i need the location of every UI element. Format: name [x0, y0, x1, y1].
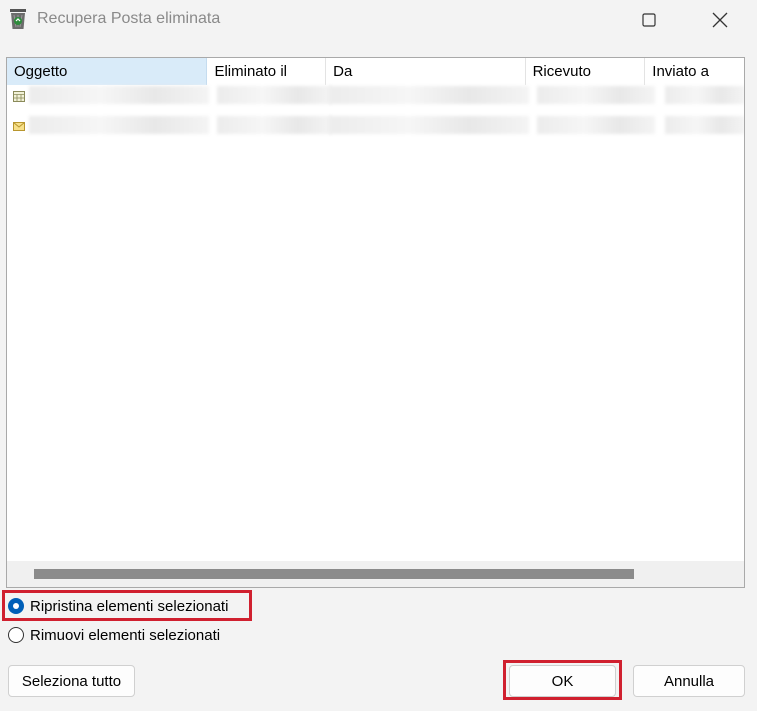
- list-item[interactable]: [7, 86, 744, 104]
- window-title: Recupera Posta eliminata: [37, 10, 221, 27]
- list-header: Oggetto Eliminato il Da Ricevuto Inviato…: [7, 58, 744, 85]
- maximize-button[interactable]: [626, 0, 672, 40]
- radio-unchecked-icon: [8, 627, 24, 643]
- close-button[interactable]: [697, 0, 743, 40]
- horizontal-scrollbar[interactable]: [7, 561, 744, 587]
- list-item[interactable]: [7, 116, 744, 134]
- column-header-deleted-on[interactable]: Eliminato il: [207, 58, 327, 85]
- remove-selected-label: Rimuovi elementi selezionati: [30, 626, 221, 644]
- deleted-items-list[interactable]: Oggetto Eliminato il Da Ricevuto Inviato…: [6, 57, 745, 588]
- column-header-subject[interactable]: Oggetto: [7, 58, 208, 85]
- cancel-button[interactable]: Annulla: [633, 665, 745, 697]
- title-bar: Recupera Posta eliminata: [0, 0, 757, 40]
- column-header-sent-to[interactable]: Inviato a: [645, 58, 744, 85]
- close-icon: [712, 12, 728, 28]
- ok-button[interactable]: OK: [509, 665, 616, 697]
- restore-selected-radio[interactable]: Ripristina elementi selezionati: [8, 595, 228, 617]
- select-all-button[interactable]: Seleziona tutto: [8, 665, 135, 697]
- calendar-item-icon: [13, 89, 25, 102]
- recycle-bin-icon: [8, 7, 30, 31]
- column-header-received[interactable]: Ricevuto: [526, 58, 646, 85]
- scrollbar-thumb[interactable]: [34, 569, 634, 579]
- column-header-from[interactable]: Da: [326, 58, 526, 85]
- maximize-icon: [642, 13, 656, 27]
- mail-item-icon: [13, 119, 25, 131]
- radio-checked-icon: [8, 598, 24, 614]
- restore-selected-label: Ripristina elementi selezionati: [30, 597, 229, 615]
- remove-selected-radio[interactable]: Rimuovi elementi selezionati: [8, 624, 220, 646]
